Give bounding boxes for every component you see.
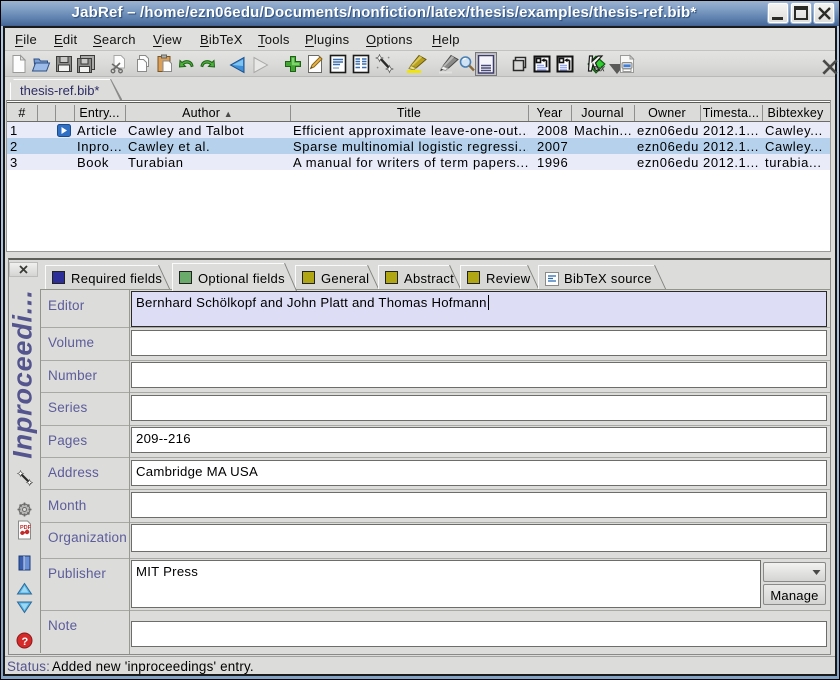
svg-text:PDF: PDF: [20, 525, 32, 531]
svg-text:?: ?: [22, 636, 29, 648]
svg-text:TeX: TeX: [594, 67, 605, 73]
